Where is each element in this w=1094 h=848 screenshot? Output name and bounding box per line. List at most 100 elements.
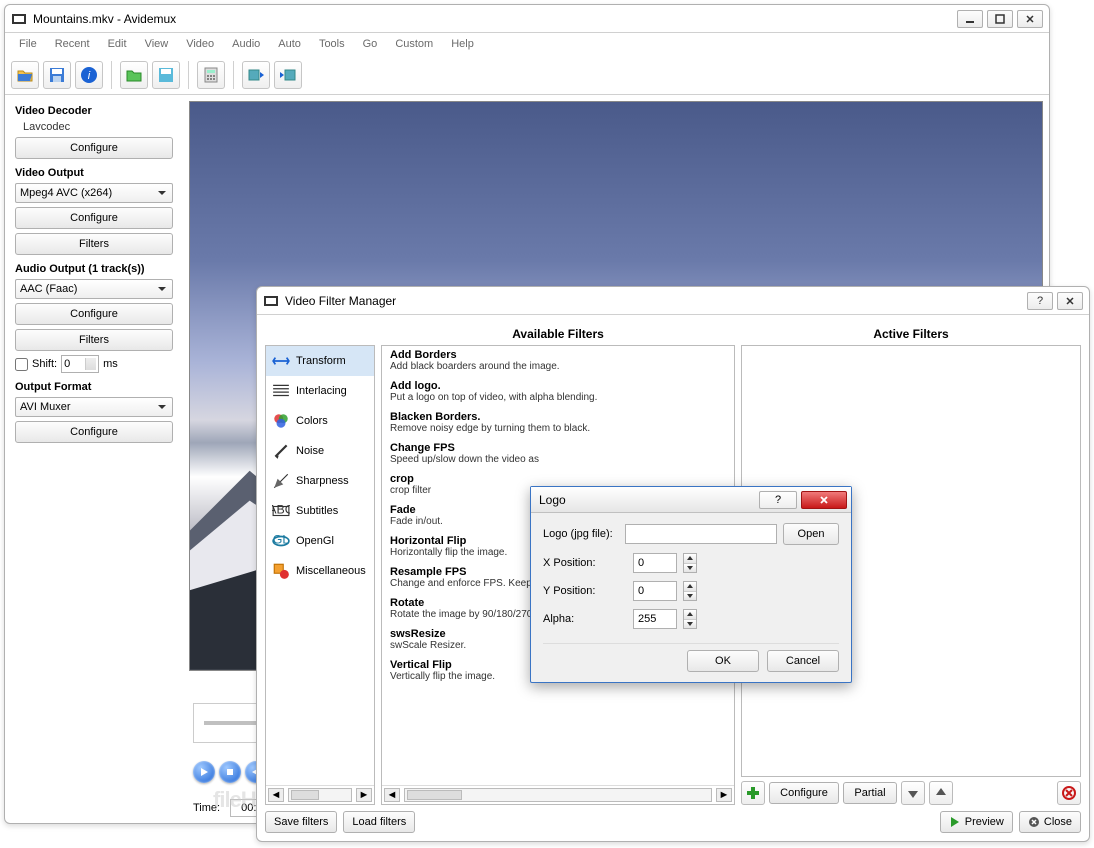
save-project-button[interactable] xyxy=(152,61,180,89)
filter-app-icon xyxy=(263,293,279,309)
category-misc[interactable]: Miscellaneous xyxy=(266,556,374,586)
filter-name: Change FPS xyxy=(390,442,455,454)
alpha-spin-buttons[interactable] xyxy=(683,609,697,629)
category-transform[interactable]: Transform xyxy=(266,346,374,376)
scroll-left-button[interactable]: ◄ xyxy=(268,788,284,802)
filter-name: Add logo. xyxy=(390,380,441,392)
x-position-input[interactable]: 0 xyxy=(633,553,677,573)
logo-open-button[interactable]: Open xyxy=(783,523,839,545)
y-position-label: Y Position: xyxy=(543,585,627,597)
y-spin-buttons[interactable] xyxy=(683,581,697,601)
filter-desc: Speed up/slow down the video as xyxy=(390,454,726,465)
move-up-button[interactable] xyxy=(929,781,953,805)
filter-scroll-left[interactable]: ◄ xyxy=(384,788,400,802)
menu-edit[interactable]: Edit xyxy=(100,36,135,52)
filter-name: Vertical Flip xyxy=(390,659,452,671)
menu-auto[interactable]: Auto xyxy=(270,36,309,52)
close-button[interactable] xyxy=(1017,10,1043,28)
save-button[interactable] xyxy=(43,61,71,89)
alpha-input[interactable]: 255 xyxy=(633,609,677,629)
filter-item[interactable]: Change FPSSpeed up/slow down the video a… xyxy=(382,439,734,470)
move-down-button[interactable] xyxy=(901,781,925,805)
video-output-select[interactable]: Mpeg4 AVC (x264) xyxy=(15,183,173,203)
menu-tools[interactable]: Tools xyxy=(311,36,353,52)
filter-close-button[interactable] xyxy=(1057,292,1083,310)
category-scrollbar[interactable]: ◄ ► xyxy=(266,785,374,804)
menu-audio[interactable]: Audio xyxy=(224,36,268,52)
remove-filter-button[interactable] xyxy=(1057,781,1081,805)
filter-item[interactable]: Add BordersAdd black boarders around the… xyxy=(382,346,734,377)
output-format-configure-button[interactable]: Configure xyxy=(15,421,173,443)
filter-item[interactable]: Add logo.Put a logo on top of video, wit… xyxy=(382,377,734,408)
video-output-filters-button[interactable]: Filters xyxy=(15,233,173,255)
category-colors[interactable]: Colors xyxy=(266,406,374,436)
logo-title-text: Logo xyxy=(535,493,759,507)
category-noise[interactable]: Noise xyxy=(266,436,374,466)
video-decoder-name: Lavcodec xyxy=(15,121,173,133)
calculator-button[interactable] xyxy=(197,61,225,89)
play-input-button[interactable] xyxy=(242,61,270,89)
active-filter-controls: Configure Partial xyxy=(741,777,1081,805)
active-partial-button[interactable]: Partial xyxy=(843,782,897,804)
logo-ok-button[interactable]: OK xyxy=(687,650,759,672)
stop-button[interactable] xyxy=(219,761,241,783)
category-interlacing[interactable]: Interlacing xyxy=(266,376,374,406)
audio-output-configure-button[interactable]: Configure xyxy=(15,303,173,325)
filter-desc: Remove noisy edge by turning them to bla… xyxy=(390,423,726,434)
shift-unit: ms xyxy=(103,358,118,370)
info-button[interactable]: i xyxy=(75,61,103,89)
load-filters-button[interactable]: Load filters xyxy=(343,811,415,833)
filter-title: Video Filter Manager xyxy=(285,294,1027,308)
filter-name: Fade xyxy=(390,504,416,516)
menu-go[interactable]: Go xyxy=(355,36,386,52)
active-configure-button[interactable]: Configure xyxy=(769,782,839,804)
video-output-configure-button[interactable]: Configure xyxy=(15,207,173,229)
logo-cancel-button[interactable]: Cancel xyxy=(767,650,839,672)
filter-scroll-right[interactable]: ► xyxy=(716,788,732,802)
maximize-button[interactable] xyxy=(987,10,1013,28)
filter-item[interactable]: Blacken Borders.Remove noisy edge by tur… xyxy=(382,408,734,439)
y-position-input[interactable]: 0 xyxy=(633,581,677,601)
filter-help-button[interactable]: ? xyxy=(1027,292,1053,310)
menu-help[interactable]: Help xyxy=(443,36,482,52)
preview-button[interactable]: Preview xyxy=(940,811,1013,833)
category-opengl[interactable]: GLOpenGl xyxy=(266,526,374,556)
video-output-label: Video Output xyxy=(15,167,173,179)
menu-video[interactable]: Video xyxy=(178,36,222,52)
shift-checkbox[interactable] xyxy=(15,358,28,371)
play-button[interactable] xyxy=(193,761,215,783)
menu-view[interactable]: View xyxy=(137,36,177,52)
minimize-button[interactable] xyxy=(957,10,983,28)
subtitles-icon: ABC xyxy=(272,502,290,520)
add-filter-button[interactable] xyxy=(741,781,765,805)
menu-custom[interactable]: Custom xyxy=(387,36,441,52)
x-spin-buttons[interactable] xyxy=(683,553,697,573)
video-decoder-label: Video Decoder xyxy=(15,105,173,117)
menu-recent[interactable]: Recent xyxy=(47,36,98,52)
audio-output-filters-button[interactable]: Filters xyxy=(15,329,173,351)
save-filters-button[interactable]: Save filters xyxy=(265,811,337,833)
category-sharpness[interactable]: Sharpness xyxy=(266,466,374,496)
output-format-select[interactable]: AVI Muxer xyxy=(15,397,173,417)
logo-help-button[interactable]: ? xyxy=(759,491,797,509)
filter-footer: Save filters Load filters Preview Close xyxy=(265,811,1081,833)
menu-file[interactable]: File xyxy=(11,36,45,52)
audio-output-select[interactable]: AAC (Faac) xyxy=(15,279,173,299)
logo-dialog: Logo ? Logo (jpg file): Open X Position:… xyxy=(530,486,852,683)
filter-name: crop xyxy=(390,473,414,485)
shift-spinner[interactable]: 0 xyxy=(61,355,99,373)
logo-file-input[interactable] xyxy=(625,524,777,544)
app-icon xyxy=(11,11,27,27)
play-output-button[interactable] xyxy=(274,61,302,89)
decoder-configure-button[interactable]: Configure xyxy=(15,137,173,159)
scroll-right-button[interactable]: ► xyxy=(356,788,372,802)
filter-name: Blacken Borders. xyxy=(390,411,480,423)
filter-name: swsResize xyxy=(390,628,446,640)
close-filters-button[interactable]: Close xyxy=(1019,811,1081,833)
logo-close-button[interactable] xyxy=(801,491,847,509)
category-subtitles[interactable]: ABCSubtitles xyxy=(266,496,374,526)
open-button[interactable] xyxy=(11,61,39,89)
open-project-button[interactable] xyxy=(120,61,148,89)
filter-desc: Add black boarders around the image. xyxy=(390,361,726,372)
filter-scrollbar[interactable]: ◄ ► xyxy=(382,785,734,804)
